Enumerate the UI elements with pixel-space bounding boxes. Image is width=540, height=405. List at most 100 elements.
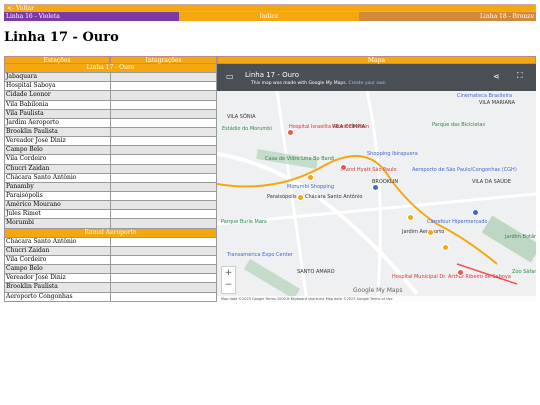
map-place-label[interactable]: SANTO AMARO: [297, 269, 335, 275]
back-bar[interactable]: <- Voltar: [4, 4, 536, 12]
zoom-control[interactable]: + −: [221, 266, 236, 294]
station-integrations: [111, 201, 216, 209]
map-pin-icon[interactable]: [340, 164, 347, 171]
map-place-label[interactable]: Casa de Vidro Lina Bo Bardi: [265, 156, 334, 162]
map-footer[interactable]: Map data ©2023 Google Terms 1000 ft Keyb…: [217, 296, 536, 302]
line-navigation: Linha 16 - Violeta Índice Linha 18 - Bro…: [4, 12, 536, 21]
map-toolbar: ▭ Linha 17 - Ouro This map was made with…: [217, 64, 536, 91]
station-integrations: [111, 174, 216, 182]
station-row: Vereador José Diniz: [4, 274, 217, 284]
map-place-label[interactable]: Grand Hyatt São Paulo: [340, 167, 397, 173]
next-line-link[interactable]: Linha 18 - Bronze: [480, 13, 534, 20]
map-pin-icon[interactable]: [442, 244, 449, 251]
station-integrations: [111, 265, 216, 273]
map-place-label[interactable]: VILA MARIANA: [479, 100, 515, 106]
map-pin-icon[interactable]: [297, 194, 304, 201]
map-place-label[interactable]: Cinemateca Brasileira: [457, 93, 512, 99]
map-place-label[interactable]: Parque das Bicicletas: [432, 122, 485, 128]
station-name: Cidade Leonor: [5, 91, 111, 100]
integrations-header: Integrações: [110, 56, 217, 64]
map-pin-icon[interactable]: [427, 229, 434, 236]
station-name: Vila Babilonia: [5, 100, 111, 109]
map-legend-icon[interactable]: ▭: [226, 72, 234, 81]
map-notice: This map was made with Google My Maps. C…: [251, 81, 386, 86]
map-place-label[interactable]: Parque Burle Marx: [221, 219, 267, 225]
map-place-label[interactable]: Zoo Sáfari: [512, 269, 536, 275]
map-place-label[interactable]: Morumbi Shopping: [287, 184, 334, 190]
station-row: Jardim Aeroporto: [4, 118, 217, 128]
map-place-label[interactable]: Shopping Ibirapuera: [367, 151, 418, 157]
prev-line-link[interactable]: Linha 16 - Violeta: [6, 13, 60, 20]
station-row: Vila Paulista: [4, 109, 217, 119]
station-name: Vila Paulista: [5, 109, 111, 118]
index-cell[interactable]: Índice: [179, 12, 359, 21]
station-integrations: [111, 119, 216, 127]
station-name: Panamby: [5, 182, 111, 191]
station-name: Vila Cordeiro: [5, 155, 111, 164]
station-name: Chácara Santo Antônio: [5, 237, 111, 246]
station-row: Chácara Santo Antônio: [4, 237, 217, 247]
map-place-label[interactable]: Estádio do Morumbi: [222, 126, 272, 132]
station-row: Chácara Santo Antônio: [4, 173, 217, 183]
station-row: Vila Cordeiro: [4, 155, 217, 165]
map-pin-icon[interactable]: [307, 174, 314, 181]
station-name: Brooklin Paulista: [5, 283, 111, 292]
station-row: Brooklin Paulista: [4, 283, 217, 293]
station-row: Aeroporto Congonhas: [4, 292, 217, 302]
station-name: Aeroporto Congonhas: [5, 292, 111, 301]
index-link[interactable]: Índice: [260, 13, 279, 20]
map-pin-icon[interactable]: [372, 184, 379, 191]
station-name: Vila Cordeiro: [5, 255, 111, 265]
map-place-label[interactable]: Carrefour Hipermercado: [427, 219, 487, 225]
map-pin-icon[interactable]: [287, 129, 294, 136]
map-pin-icon[interactable]: [472, 209, 479, 216]
station-name: Vereador José Diniz: [5, 274, 111, 283]
stations-table: Linha 17 - Ouro Jabaquara Hospital Saboya…: [4, 64, 217, 302]
station-integrations: [111, 73, 216, 81]
create-map-link[interactable]: Create your own: [348, 81, 385, 86]
map-place-label[interactable]: Hospital Municipal Dr. Arthur Ribeiro de…: [392, 274, 511, 280]
share-icon[interactable]: ⋖: [493, 72, 500, 81]
map-place-label[interactable]: VILA SÔNIA: [227, 114, 256, 120]
line-label: Linha 17 - Ouro: [86, 64, 135, 71]
branch-label-row: Ramal Aeroporto: [4, 228, 217, 238]
map-place-label[interactable]: Chácara Santo Antônio: [305, 194, 363, 200]
station-integrations: [111, 155, 216, 163]
map-place-label[interactable]: Aeroporto de São Paulo/Congonhas (CGH): [412, 167, 517, 173]
station-name: Brooklin Paulista: [5, 127, 111, 137]
station-integrations: [111, 238, 216, 246]
station-integrations: [111, 192, 216, 200]
embedded-map[interactable]: ▭ Linha 17 - Ouro This map was made with…: [217, 64, 536, 302]
map-pin-icon[interactable]: [457, 269, 464, 276]
station-name: Morumbi: [5, 219, 111, 228]
station-row: Morumbi: [4, 219, 217, 229]
map-place-label[interactable]: Transamérica Expo Center: [227, 252, 293, 258]
station-integrations: [111, 165, 216, 173]
google-logo: Google My Maps: [353, 287, 403, 294]
map-place-label[interactable]: Jardim Aeroporto: [402, 229, 444, 235]
station-row: Brooklin Paulista: [4, 127, 217, 138]
station-name: Campo Belo: [5, 265, 111, 274]
station-integrations: [111, 219, 216, 227]
station-row: Jules Rimet: [4, 210, 217, 220]
fullscreen-icon[interactable]: ⛶: [517, 71, 523, 81]
next-line-cell[interactable]: Linha 18 - Bronze: [359, 12, 536, 21]
map-title[interactable]: Linha 17 - Ouro: [245, 71, 299, 79]
zoom-in-button[interactable]: +: [222, 267, 235, 279]
map-place-label[interactable]: Paraisópolis: [267, 194, 297, 200]
station-name: Campo Belo: [5, 146, 111, 155]
map-place-label[interactable]: Hospital Israelita Albert Einstein: [289, 124, 369, 130]
map-header: Mapa: [217, 56, 536, 64]
station-row: Jabaquara: [4, 73, 217, 83]
station-integrations: [111, 91, 216, 99]
map-pin-icon[interactable]: [407, 214, 414, 221]
station-integrations: [111, 210, 216, 218]
station-integrations: [111, 82, 216, 90]
back-link[interactable]: <- Voltar: [7, 5, 34, 12]
map-place-label[interactable]: Jardim Botânico de São Paulo: [505, 234, 536, 240]
line-label-row: Linha 17 - Ouro: [4, 64, 217, 74]
prev-line-cell[interactable]: Linha 16 - Violeta: [4, 12, 179, 21]
map-place-label[interactable]: VILA DA SAÚDE: [472, 179, 511, 185]
zoom-out-button[interactable]: −: [222, 279, 235, 291]
station-row: Américo Mourano: [4, 201, 217, 211]
